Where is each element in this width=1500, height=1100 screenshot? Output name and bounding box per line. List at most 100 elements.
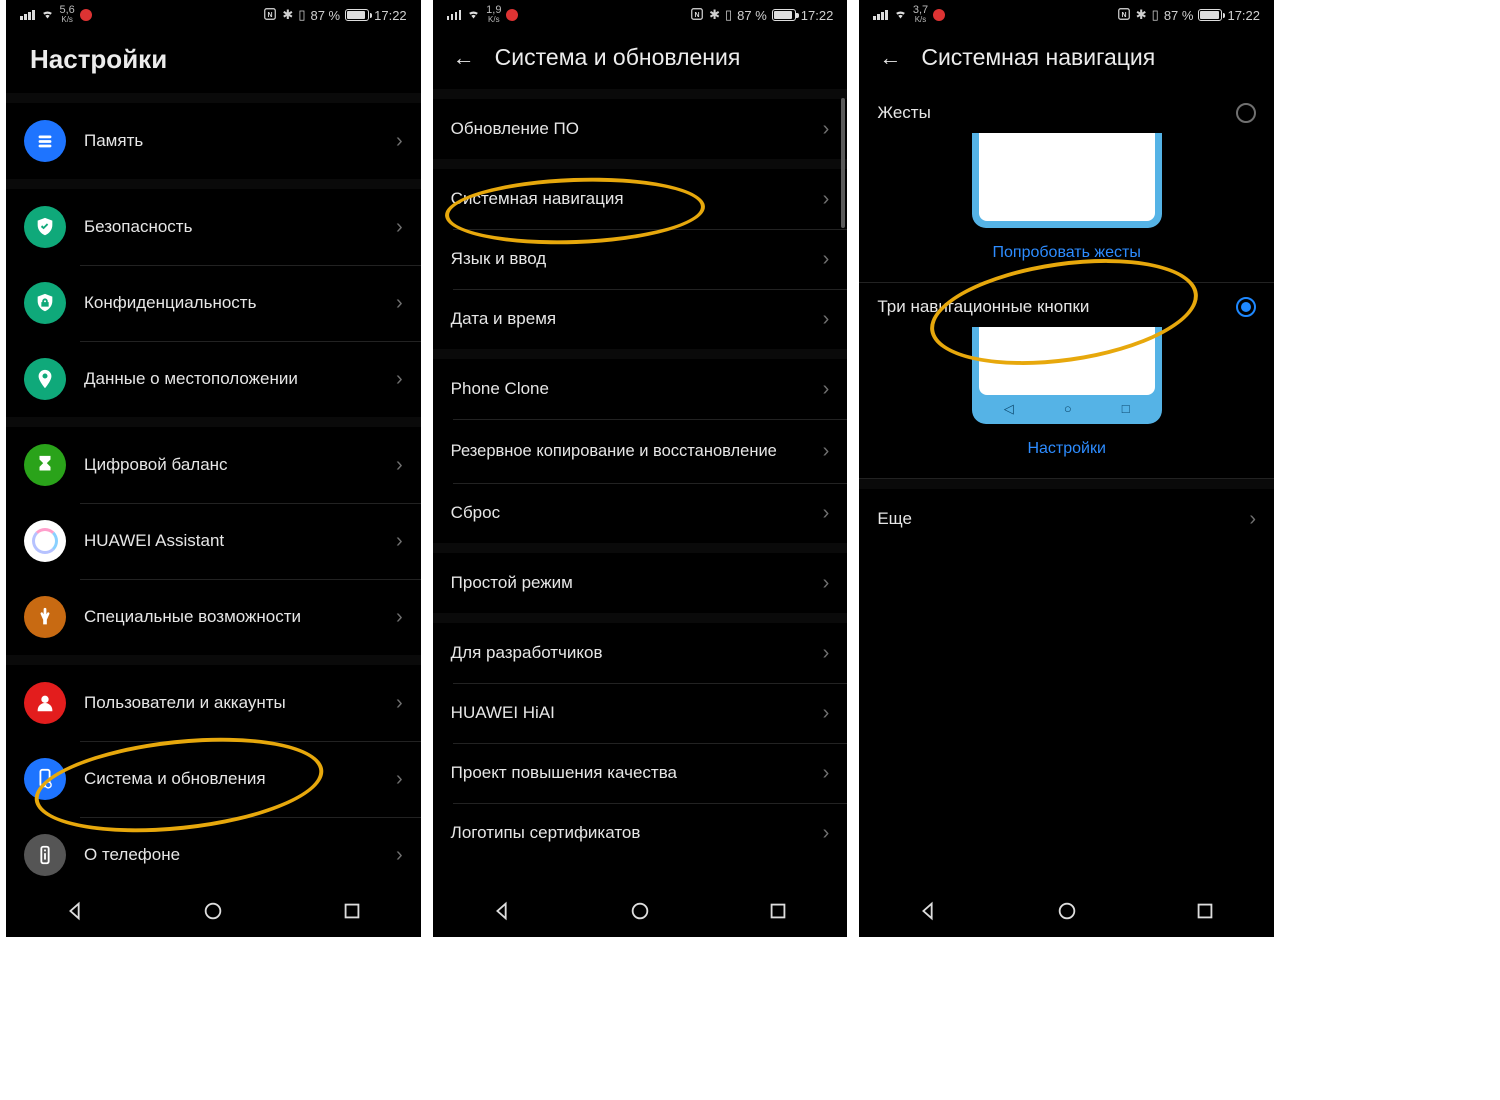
chevron-right-icon: › (396, 768, 403, 791)
svg-text:N: N (695, 11, 700, 18)
android-nav-bar (859, 885, 1274, 937)
net-speed: 5,6 (60, 6, 75, 15)
screen-system-updates: 1,9K/s N ✱ ▯ 87 % 17:22 ← Система и обно… (433, 0, 848, 937)
list-item[interactable]: Для разработчиков › (433, 623, 848, 683)
nfc-icon: N (1117, 7, 1131, 24)
screen-system-navigation: 3,7K/s N ✱ ▯ 87 % 17:22 ← Системная нави… (859, 0, 1274, 937)
option-three-buttons[interactable]: Три навигационные кнопки ◁○□ Настройки (859, 283, 1274, 479)
try-gestures-link[interactable]: Попробовать жесты (993, 244, 1141, 261)
page-title: Системная навигация (921, 44, 1155, 71)
chevron-right-icon: › (823, 308, 830, 331)
page-title: Настройки (6, 30, 421, 93)
list-item[interactable]: Сброс › (433, 483, 848, 543)
nav-home-button[interactable] (202, 900, 224, 922)
chevron-right-icon: › (823, 702, 830, 725)
wifi-icon (466, 6, 481, 24)
assistant-icon (24, 520, 66, 562)
vibrate-icon: ▯ (1152, 7, 1159, 23)
radio-checked-icon[interactable] (1236, 297, 1256, 317)
list-item[interactable]: Проект повышения качества › (433, 743, 848, 803)
battery-icon (345, 9, 369, 21)
radio-unchecked-icon[interactable] (1236, 103, 1256, 123)
battery-icon (1198, 9, 1222, 21)
three-button-settings-link[interactable]: Настройки (1027, 440, 1105, 457)
bluetooth-icon: ✱ (282, 7, 293, 23)
chevron-right-icon: › (823, 440, 830, 463)
nav-back-button[interactable] (917, 900, 939, 922)
option-label: Жесты (877, 103, 930, 123)
shield-check-icon (24, 206, 66, 248)
chevron-right-icon: › (396, 692, 403, 715)
chevron-right-icon: › (396, 292, 403, 315)
alert-dot-icon (80, 9, 92, 21)
chevron-right-icon: › (823, 642, 830, 665)
list-item[interactable]: Язык и ввод › (433, 229, 848, 289)
list-item-system-navigation[interactable]: Системная навигация › (433, 169, 848, 229)
svg-text:N: N (1121, 11, 1126, 18)
status-bar: 1,9K/s N ✱ ▯ 87 % 17:22 (433, 0, 848, 30)
back-button[interactable]: ← (879, 45, 905, 71)
three-button-preview: ◁○□ (972, 327, 1162, 424)
list-item-more[interactable]: Еще › (859, 489, 1274, 549)
svg-text:N: N (268, 11, 273, 18)
memory-icon (24, 120, 66, 162)
nfc-icon: N (263, 7, 277, 24)
status-bar: 5,6K/s N ✱ ▯ 87 % 17:22 (6, 0, 421, 30)
chevron-right-icon: › (396, 454, 403, 477)
screen-settings-root: 5,6K/s N ✱ ▯ 87 % 17:22 Настройки Память (6, 0, 421, 937)
nav-recents-button[interactable] (1194, 900, 1216, 922)
list-item[interactable]: Phone Clone › (433, 359, 848, 419)
android-nav-bar (433, 885, 848, 937)
settings-item-users[interactable]: Пользователи и аккаунты › (6, 665, 421, 741)
chevron-right-icon: › (396, 130, 403, 153)
wifi-icon (893, 6, 908, 24)
alert-dot-icon (933, 9, 945, 21)
list-item[interactable]: Дата и время › (433, 289, 848, 349)
gesture-preview (972, 133, 1162, 228)
chevron-right-icon: › (396, 844, 403, 867)
chevron-right-icon: › (823, 502, 830, 525)
settings-item-system-updates[interactable]: Система и обновления › (6, 741, 421, 817)
list-item[interactable]: Обновление ПО › (433, 99, 848, 159)
option-gestures[interactable]: Жесты Попробовать жесты (859, 89, 1274, 283)
bluetooth-icon: ✱ (709, 7, 720, 23)
nav-home-button[interactable] (629, 900, 651, 922)
list-item[interactable]: Логотипы сертификатов › (433, 803, 848, 863)
hand-icon (24, 596, 66, 638)
nfc-icon: N (690, 7, 704, 24)
battery-pct: 87 % (310, 8, 340, 23)
alert-dot-icon (506, 9, 518, 21)
settings-item-accessibility[interactable]: Специальные возможности › (6, 579, 421, 655)
settings-item-memory[interactable]: Память › (6, 103, 421, 179)
nav-back-button[interactable] (64, 900, 86, 922)
signal-icon (873, 10, 888, 20)
nav-recents-button[interactable] (341, 900, 363, 922)
settings-item-privacy[interactable]: Конфиденциальность › (6, 265, 421, 341)
settings-item-about[interactable]: О телефоне › (6, 817, 421, 893)
vibrate-icon: ▯ (725, 7, 732, 23)
location-pin-icon (24, 358, 66, 400)
nav-back-button[interactable] (491, 900, 513, 922)
settings-item-huawei-assistant[interactable]: HUAWEI Assistant › (6, 503, 421, 579)
user-icon (24, 682, 66, 724)
chevron-right-icon: › (1249, 508, 1256, 531)
battery-icon (772, 9, 796, 21)
settings-item-location[interactable]: Данные о местоположении › (6, 341, 421, 417)
hourglass-icon (24, 444, 66, 486)
chevron-right-icon: › (823, 118, 830, 141)
settings-item-digital-balance[interactable]: Цифровой баланс › (6, 427, 421, 503)
chevron-right-icon: › (396, 368, 403, 391)
list-item[interactable]: Простой режим › (433, 553, 848, 613)
list-item[interactable]: Резервное копирование и восстановление › (433, 419, 848, 483)
vibrate-icon: ▯ (298, 7, 305, 23)
signal-icon (20, 10, 35, 20)
settings-item-security[interactable]: Безопасность › (6, 189, 421, 265)
list-item[interactable]: HUAWEI HiAI › (433, 683, 848, 743)
signal-icon (447, 10, 462, 20)
about-phone-icon (24, 834, 66, 876)
nav-recents-button[interactable] (767, 900, 789, 922)
nav-home-button[interactable] (1056, 900, 1078, 922)
back-button[interactable]: ← (453, 45, 479, 71)
android-nav-bar (6, 885, 421, 937)
wifi-icon (40, 6, 55, 24)
